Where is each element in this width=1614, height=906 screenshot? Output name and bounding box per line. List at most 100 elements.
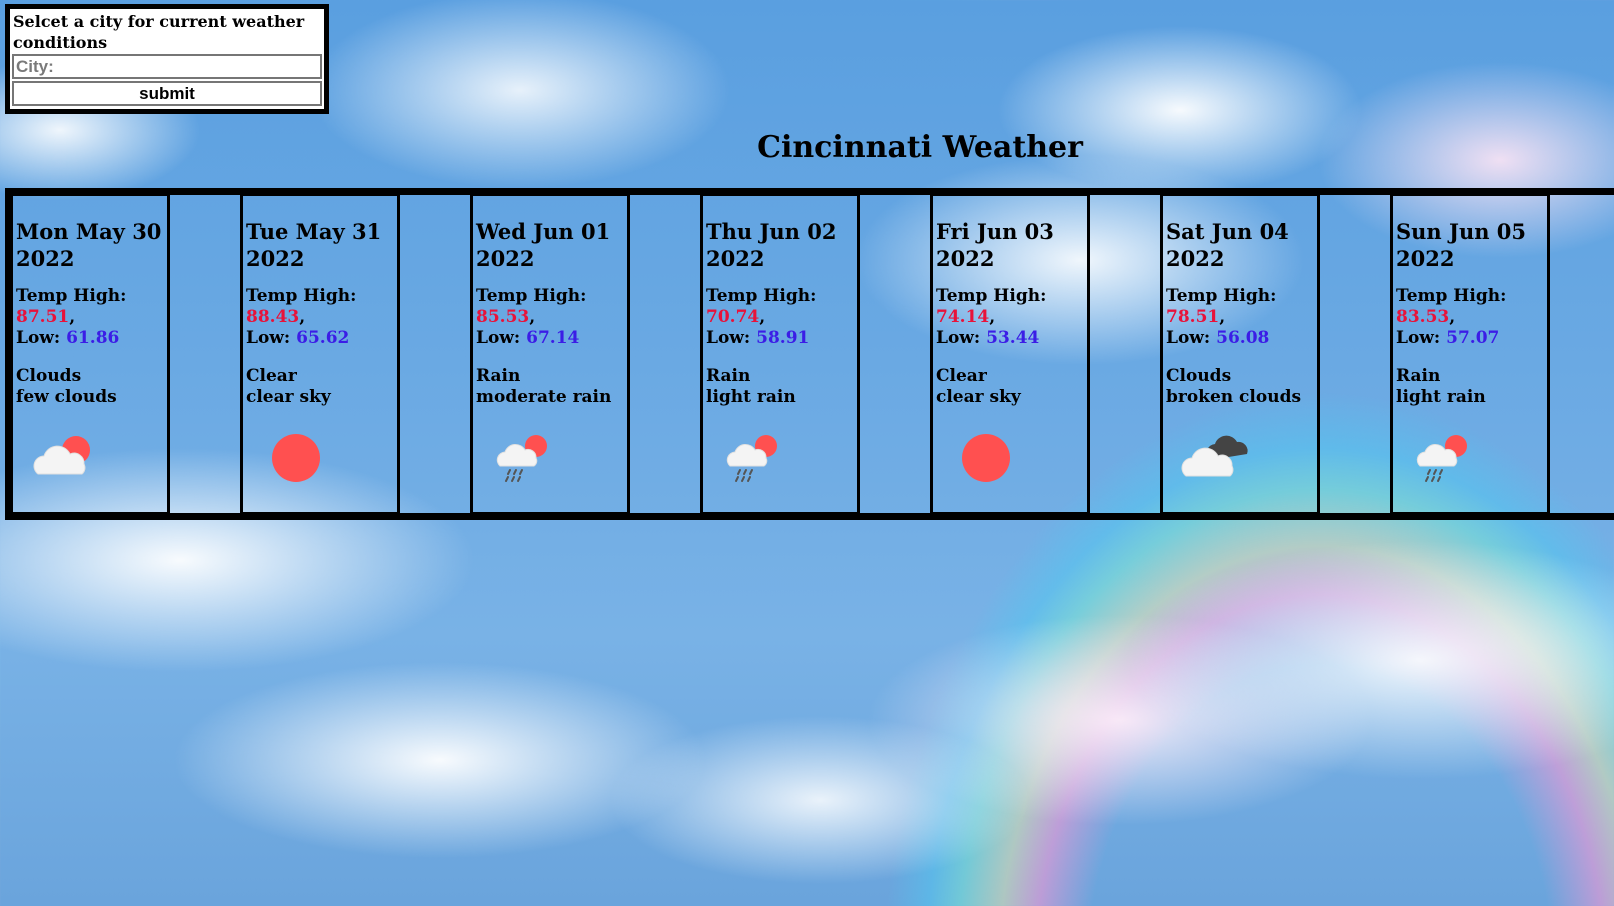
- temp-low-label: Low:: [16, 328, 67, 348]
- day-date-label: Mon May 30: [16, 219, 162, 244]
- forecast-spacer: [1550, 193, 1614, 515]
- temp-low-value: 65.62: [296, 328, 350, 348]
- forecast-day-card: Mon May 30 2022 Temp High: 87.51, Low: 61.8…: [10, 193, 170, 515]
- temperature-range: Temp High: 70.74, Low: 58.91: [706, 286, 817, 348]
- weather-main: Clouds: [16, 366, 82, 386]
- temp-low-label: Low:: [246, 328, 297, 348]
- forecast-day-card: Tue May 31 2022 Temp High: 88.43, Low: 65.6…: [240, 193, 400, 515]
- temperature-range: Temp High: 88.43, Low: 65.62: [246, 286, 357, 348]
- day-year-label: 2022: [246, 246, 305, 271]
- temperature-range: Temp High: 87.51, Low: 61.86: [16, 286, 127, 348]
- temp-high-value: 78.51: [1166, 307, 1220, 327]
- forecast-spacer: [630, 193, 700, 515]
- temp-high-value: 83.53: [1396, 307, 1450, 327]
- rain-icon: [1410, 430, 1480, 486]
- day-date: Thu Jun 02 2022: [706, 218, 855, 272]
- forecast-day-card: Fri Jun 03 2022 Temp High: 74.14, Low: 53.4…: [930, 193, 1090, 515]
- forecast-spacer: [1320, 193, 1390, 515]
- day-date: Sun Jun 05 2022: [1396, 218, 1545, 272]
- submit-button[interactable]: submit: [12, 81, 322, 106]
- temperature-range: Temp High: 74.14, Low: 53.44: [936, 286, 1047, 348]
- day-date: Sat Jun 04 2022: [1166, 218, 1315, 272]
- rain-icon: [720, 430, 790, 486]
- weather-main: Clear: [246, 366, 297, 386]
- temperature-range: Temp High: 83.53, Low: 57.07: [1396, 286, 1507, 348]
- temp-high-value: 85.53: [476, 307, 530, 327]
- day-date: Wed Jun 01 2022: [476, 218, 625, 272]
- day-date-label: Sat Jun 04: [1166, 219, 1289, 244]
- weather-conditions: Clear clear sky: [246, 366, 395, 408]
- temp-low-label: Low:: [476, 328, 527, 348]
- temp-low-label: Low:: [1166, 328, 1217, 348]
- temp-high-value: 88.43: [246, 307, 300, 327]
- weather-description: moderate rain: [476, 387, 612, 407]
- weather-main: Clouds: [1166, 366, 1232, 386]
- temperature-range: Temp High: 78.51, Low: 56.08: [1166, 286, 1277, 348]
- rain-icon: [490, 430, 560, 486]
- temp-high-label: Temp High:: [476, 286, 587, 306]
- day-date-label: Tue May 31: [246, 219, 382, 244]
- forecast-spacer: [170, 193, 240, 515]
- day-date: Mon May 30 2022: [16, 218, 165, 272]
- temp-low-value: 57.07: [1446, 328, 1500, 348]
- weather-conditions: Rain light rain: [1396, 366, 1545, 408]
- day-year-label: 2022: [936, 246, 995, 271]
- weather-main: Rain: [1396, 366, 1441, 386]
- forecast-strip: Mon May 30 2022 Temp High: 87.51, Low: 61.8…: [5, 188, 1614, 520]
- temp-high-label: Temp High:: [936, 286, 1047, 306]
- day-date: Fri Jun 03 2022: [936, 218, 1085, 272]
- forecast-day-card: Wed Jun 01 2022 Temp High: 85.53, Low: 67.1…: [470, 193, 630, 515]
- day-year-label: 2022: [16, 246, 75, 271]
- weather-main: Rain: [476, 366, 521, 386]
- temp-high-label: Temp High:: [246, 286, 357, 306]
- weather-description: clear sky: [246, 387, 331, 407]
- weather-conditions: Rain moderate rain: [476, 366, 625, 408]
- temp-high-value: 87.51: [16, 307, 70, 327]
- temp-low-value: 67.14: [526, 328, 580, 348]
- weather-description: broken clouds: [1166, 387, 1302, 407]
- day-date: Tue May 31 2022: [246, 218, 395, 272]
- day-year-label: 2022: [1166, 246, 1225, 271]
- few-clouds-icon: [30, 430, 100, 486]
- city-search-form: Selcet a city for current weather condit…: [5, 4, 329, 114]
- weather-description: clear sky: [936, 387, 1021, 407]
- day-date-label: Sun Jun 05: [1396, 219, 1527, 244]
- forecast-spacer: [1090, 193, 1160, 515]
- temp-low-label: Low:: [936, 328, 987, 348]
- temp-high-label: Temp High:: [1166, 286, 1277, 306]
- clear-sky-icon: [260, 430, 330, 486]
- temp-low-label: Low:: [706, 328, 757, 348]
- forecast-day-card: Thu Jun 02 2022 Temp High: 70.74, Low: 58.9…: [700, 193, 860, 515]
- weather-conditions: Clouds few clouds: [16, 366, 165, 408]
- day-year-label: 2022: [706, 246, 765, 271]
- clear-sky-icon: [950, 430, 1020, 486]
- day-date-label: Thu Jun 02: [706, 219, 837, 244]
- temp-high-value: 70.74: [706, 307, 760, 327]
- weather-conditions: Clear clear sky: [936, 366, 1085, 408]
- day-date-label: Fri Jun 03: [936, 219, 1054, 244]
- temp-low-value: 53.44: [986, 328, 1040, 348]
- forecast-day-card: Sat Jun 04 2022 Temp High: 78.51, Low: 56.0…: [1160, 193, 1320, 515]
- temp-low-value: 61.86: [66, 328, 120, 348]
- weather-conditions: Rain light rain: [706, 366, 855, 408]
- temp-high-label: Temp High:: [16, 286, 127, 306]
- city-prompt-label: Selcet a city for current weather condit…: [13, 12, 305, 52]
- temp-high-label: Temp High:: [1396, 286, 1507, 306]
- weather-conditions: Clouds broken clouds: [1166, 366, 1315, 408]
- day-year-label: 2022: [476, 246, 535, 271]
- weather-main: Clear: [936, 366, 987, 386]
- page-title: Cincinnati Weather: [757, 130, 1083, 165]
- broken-clouds-icon: [1180, 430, 1250, 486]
- weather-description: light rain: [706, 387, 796, 407]
- day-date-label: Wed Jun 01: [476, 219, 611, 244]
- temp-high-label: Temp High:: [706, 286, 817, 306]
- forecast-spacer: [860, 193, 930, 515]
- day-year-label: 2022: [1396, 246, 1455, 271]
- temp-low-value: 56.08: [1216, 328, 1270, 348]
- temperature-range: Temp High: 85.53, Low: 67.14: [476, 286, 587, 348]
- weather-main: Rain: [706, 366, 751, 386]
- forecast-spacer: [400, 193, 470, 515]
- temp-high-value: 74.14: [936, 307, 990, 327]
- city-input[interactable]: [12, 54, 322, 79]
- forecast-day-card: Sun Jun 05 2022 Temp High: 83.53, Low: 57.0…: [1390, 193, 1550, 515]
